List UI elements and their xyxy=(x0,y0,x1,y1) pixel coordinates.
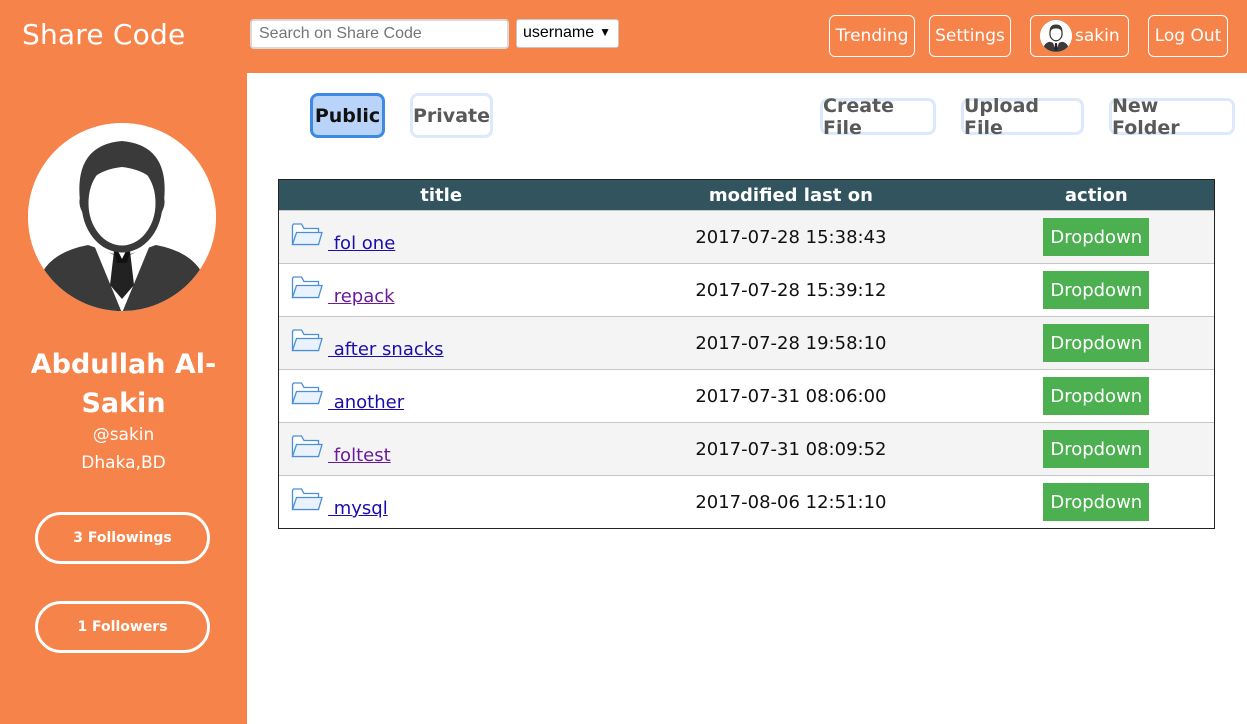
new-folder-button[interactable]: New Folder xyxy=(1109,95,1235,139)
title-cell: mysql xyxy=(279,476,603,528)
action-cell: Dropdown xyxy=(979,430,1215,468)
followings-button[interactable]: 3 Followings xyxy=(35,512,210,564)
folder-link[interactable]: fol one xyxy=(328,233,396,254)
modified-cell: 2017-07-28 15:39:12 xyxy=(695,279,887,301)
table-row: fol one 2017-07-28 15:38:43 Dropdown xyxy=(279,210,1214,263)
profile-avatar xyxy=(28,123,216,311)
upload-file-button[interactable]: Upload File xyxy=(961,95,1084,139)
action-cell: Dropdown xyxy=(979,218,1215,256)
table-header: title modified last on action xyxy=(279,180,1214,210)
folder-icon xyxy=(291,486,323,512)
action-cell: Dropdown xyxy=(979,377,1215,415)
folder-icon xyxy=(291,380,323,406)
table-row: foltest 2017-07-31 08:09:52 Dropdown xyxy=(279,422,1214,475)
dropdown-button[interactable]: Dropdown xyxy=(1043,271,1150,309)
folder-link[interactable]: another xyxy=(328,392,404,413)
profile-username: sakin xyxy=(1075,26,1120,46)
person-icon xyxy=(28,123,216,311)
modified-cell: 2017-07-31 08:09:52 xyxy=(695,438,887,460)
column-header-title: title xyxy=(420,184,463,206)
tab-public[interactable]: Public xyxy=(310,93,385,138)
settings-button[interactable]: Settings xyxy=(929,15,1011,57)
folder-link[interactable]: repack xyxy=(328,286,395,307)
title-cell: another xyxy=(279,370,603,422)
action-cell: Dropdown xyxy=(979,271,1215,309)
column-header-modified: modified last on xyxy=(708,184,873,206)
folder-icon xyxy=(291,327,323,353)
table-row: mysql 2017-08-06 12:51:10 Dropdown xyxy=(279,475,1214,528)
tab-private[interactable]: Private xyxy=(410,93,493,138)
brand-logo[interactable]: Share Code xyxy=(22,18,185,51)
folder-link[interactable]: foltest xyxy=(328,445,391,466)
table-row: repack 2017-07-28 15:39:12 Dropdown xyxy=(279,263,1214,316)
followers-button[interactable]: 1 Followers xyxy=(35,601,210,653)
profile-location: Dhaka,BD xyxy=(81,453,166,473)
search-type-value: username xyxy=(523,24,595,41)
folder-icon xyxy=(291,274,323,300)
top-navbar: Share Code username ▼ Trending Settings … xyxy=(0,0,1247,73)
chevron-down-icon: ▼ xyxy=(599,25,611,39)
title-cell: after snacks xyxy=(279,317,603,369)
folder-icon xyxy=(291,221,323,247)
title-cell: fol one xyxy=(279,211,603,263)
logout-button[interactable]: Log Out xyxy=(1148,15,1228,57)
folder-icon xyxy=(291,433,323,459)
search-input[interactable] xyxy=(250,19,509,49)
folder-link[interactable]: after snacks xyxy=(328,339,444,360)
modified-cell: 2017-07-31 08:06:00 xyxy=(695,385,887,407)
table-body: fol one 2017-07-28 15:38:43 Dropdown repac… xyxy=(279,210,1214,528)
column-header-action: action xyxy=(1064,184,1128,206)
trending-button[interactable]: Trending xyxy=(829,15,915,57)
title-cell: foltest xyxy=(279,423,603,475)
table-row: another 2017-07-31 08:06:00 Dropdown xyxy=(279,369,1214,422)
profile-name: Abdullah Al-Sakin xyxy=(30,349,217,419)
dropdown-button[interactable]: Dropdown xyxy=(1043,377,1150,415)
modified-cell: 2017-07-28 19:58:10 xyxy=(695,332,887,354)
action-cell: Dropdown xyxy=(979,324,1215,362)
profile-handle: @sakin xyxy=(92,425,155,445)
file-table: title modified last on action fol one 201… xyxy=(278,179,1215,529)
user-avatar-icon xyxy=(1040,20,1072,52)
action-cell: Dropdown xyxy=(979,483,1215,521)
dropdown-button[interactable]: Dropdown xyxy=(1043,218,1150,256)
folder-link[interactable]: mysql xyxy=(328,498,388,519)
table-row: after snacks 2017-07-28 19:58:10 Dropdown xyxy=(279,316,1214,369)
search-type-select[interactable]: username ▼ xyxy=(516,19,619,48)
create-file-button[interactable]: Create File xyxy=(820,95,936,139)
dropdown-button[interactable]: Dropdown xyxy=(1043,324,1150,362)
title-cell: repack xyxy=(279,264,603,316)
modified-cell: 2017-08-06 12:51:10 xyxy=(695,491,887,513)
modified-cell: 2017-07-28 15:38:43 xyxy=(695,226,887,248)
dropdown-button[interactable]: Dropdown xyxy=(1043,483,1150,521)
profile-button[interactable]: sakin xyxy=(1030,15,1129,57)
profile-sidebar: Abdullah Al-Sakin @sakin Dhaka,BD 3 Foll… xyxy=(0,73,247,724)
dropdown-button[interactable]: Dropdown xyxy=(1043,430,1150,468)
